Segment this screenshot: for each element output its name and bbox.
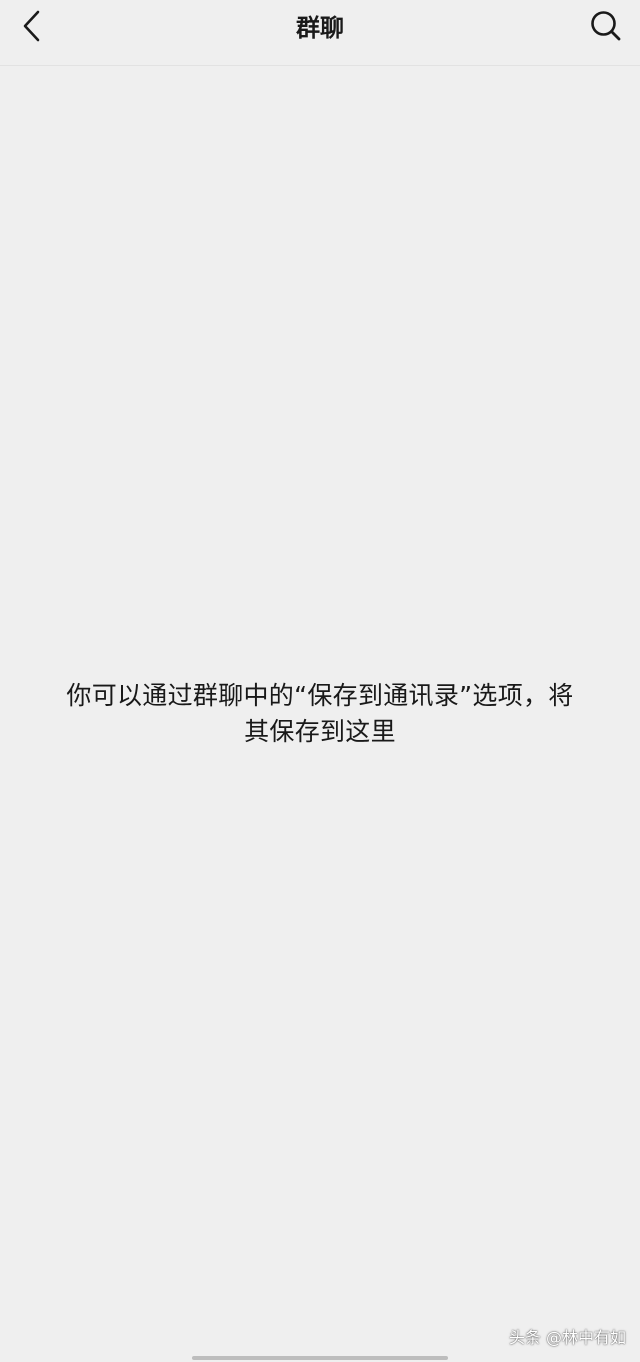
empty-hint-line-1: 你可以通过群聊中的“保存到通讯录”选项，将 [66, 681, 574, 710]
page-title: 群聊 [296, 14, 344, 42]
empty-state-message: 你可以通过群聊中的“保存到通讯录”选项，将 其保存到这里 [30, 678, 610, 750]
empty-hint-line-2: 其保存到这里 [244, 717, 396, 746]
search-icon [589, 9, 623, 47]
chevron-left-icon [21, 9, 43, 47]
navigation-bar: 群聊 [0, 0, 640, 66]
search-button[interactable] [584, 6, 628, 50]
watermark: 头条 @林中有如 [508, 1328, 626, 1347]
home-indicator[interactable] [192, 1356, 448, 1360]
back-button[interactable] [10, 8, 54, 48]
